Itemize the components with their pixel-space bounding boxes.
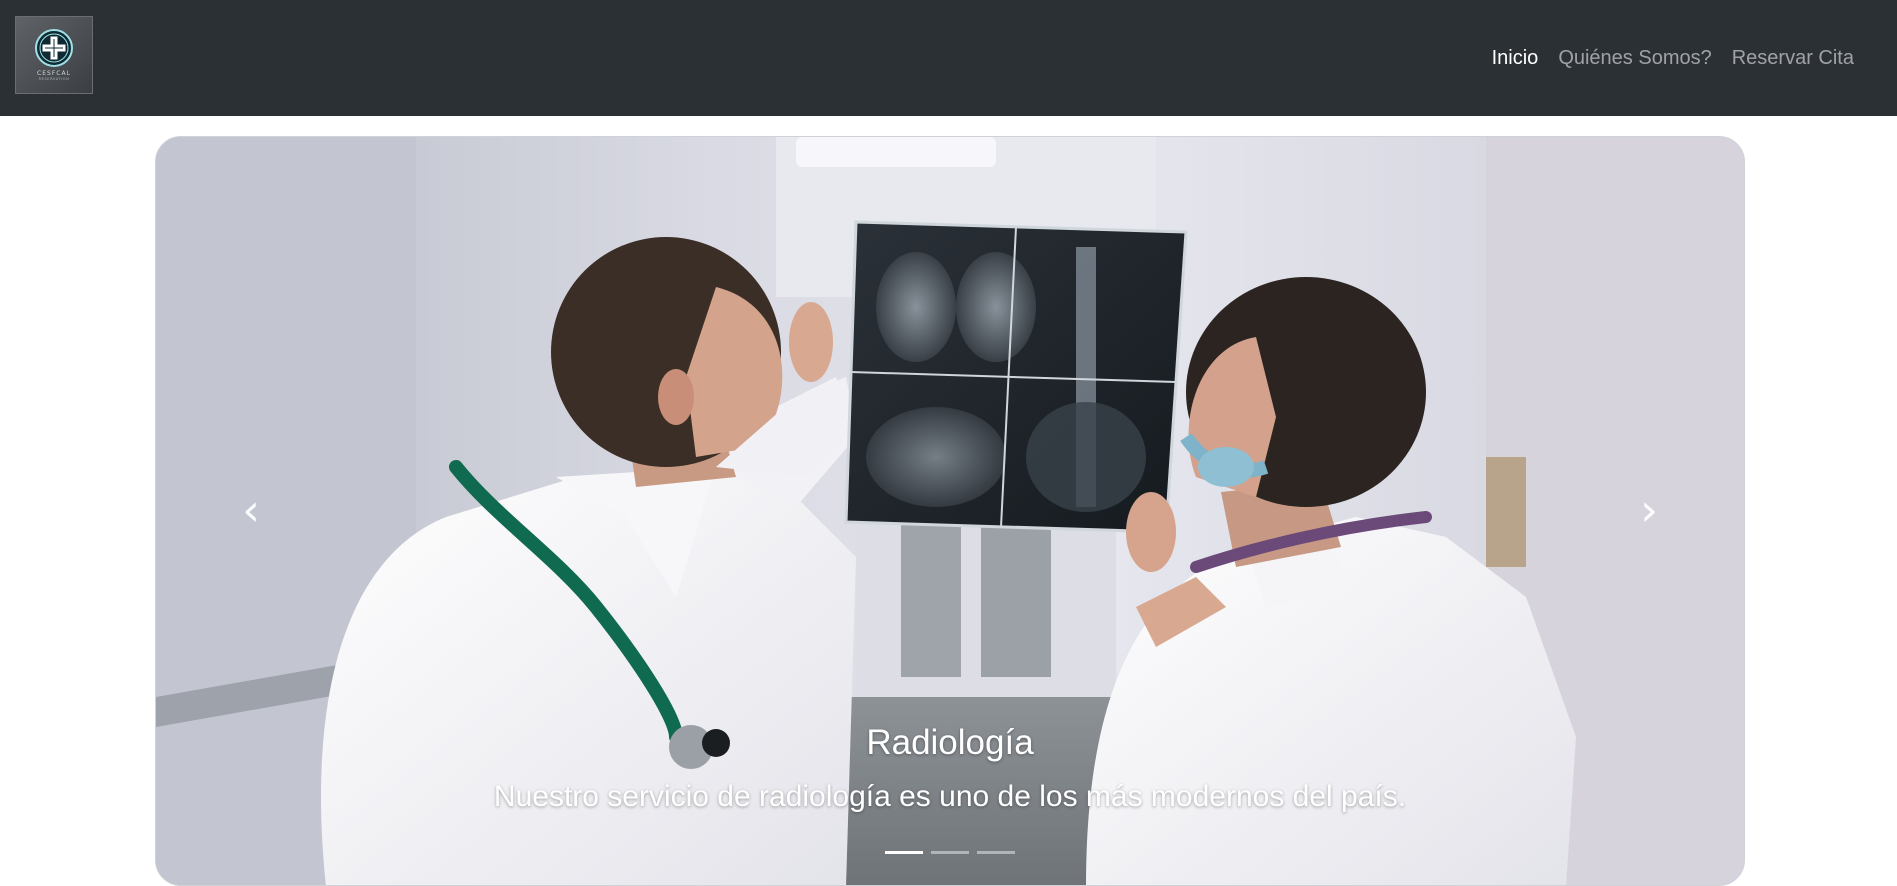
navbar: CESFCAL RESERVATION Inicio Quiénes Somos…	[0, 0, 1897, 116]
carousel-indicator-3[interactable]	[977, 851, 1015, 854]
carousel-caption-title: Radiología	[866, 723, 1034, 762]
brand-logo-subtext: RESERVATION	[38, 77, 70, 81]
hero-carousel: ‹ › Radiología Nuestro servicio de radio…	[155, 136, 1745, 886]
carousel-indicator-2[interactable]	[931, 851, 969, 854]
carousel-indicator-1[interactable]	[885, 851, 923, 854]
carousel-prev-button[interactable]: ‹	[156, 137, 346, 885]
carousel-caption-text: Nuestro servicio de radiología es uno de…	[493, 780, 1407, 813]
nav-link-reservar-cita[interactable]: Reservar Cita	[1732, 44, 1854, 72]
chevron-right-icon: ›	[1640, 485, 1658, 536]
brand-logo-text: CESFCAL	[37, 70, 71, 77]
medical-cross-icon	[35, 29, 73, 67]
nav-link-quienes-somos[interactable]: Quiénes Somos?	[1558, 44, 1711, 72]
carousel-indicators	[156, 851, 1744, 854]
chevron-left-icon: ‹	[242, 485, 260, 536]
nav-link-inicio[interactable]: Inicio	[1492, 44, 1539, 72]
carousel-slide-image	[156, 137, 1744, 885]
brand-logo[interactable]: CESFCAL RESERVATION	[15, 16, 93, 94]
carousel-next-button[interactable]: ›	[1554, 137, 1744, 885]
main-nav: Inicio Quiénes Somos? Reservar Cita	[1492, 44, 1854, 72]
